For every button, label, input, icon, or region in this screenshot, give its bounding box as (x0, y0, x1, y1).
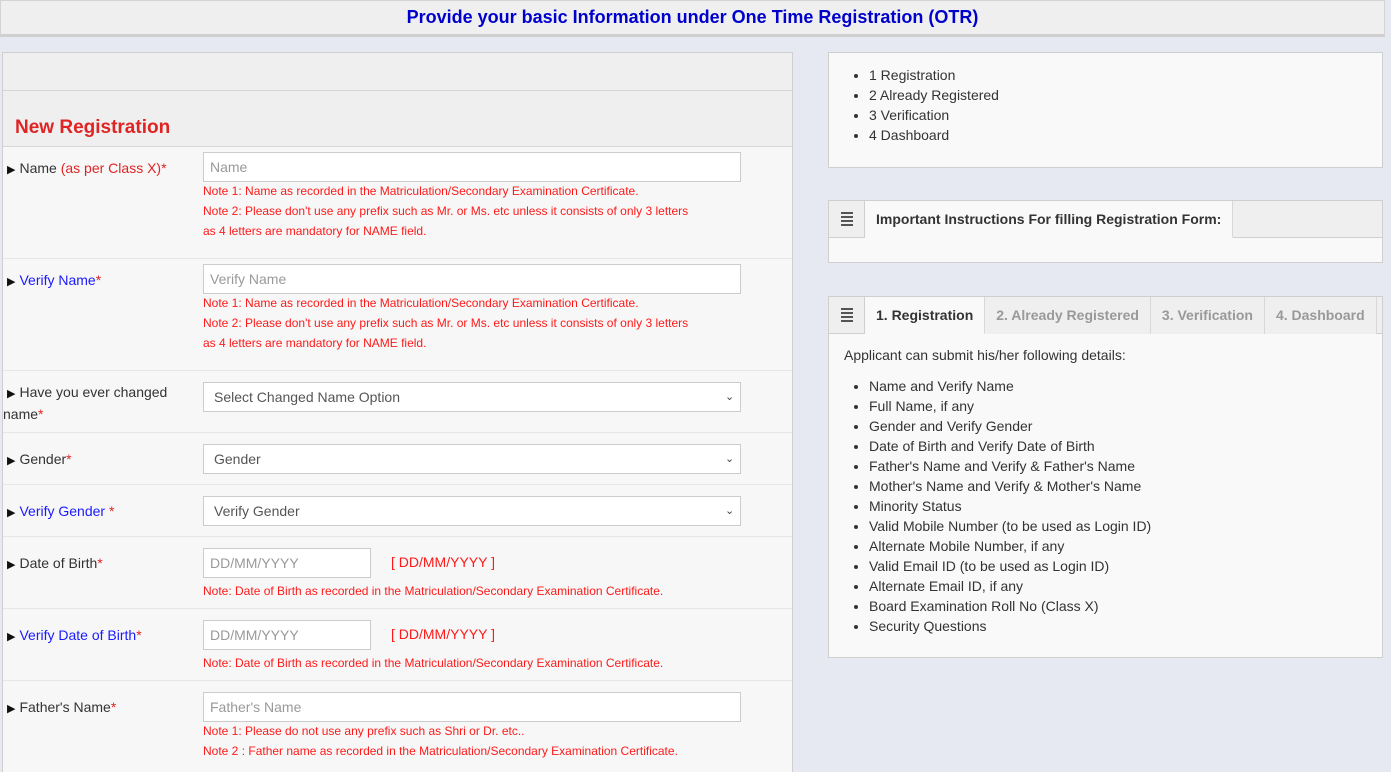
list-item: Name and Verify Name (869, 376, 1151, 396)
section-title: New Registration (15, 117, 171, 138)
arrow-right-icon: ▶ (7, 164, 16, 176)
name-input[interactable] (203, 152, 741, 182)
tab-already-registered[interactable]: 2. Already Registered (985, 297, 1151, 334)
arrow-right-icon: ▶ (7, 703, 16, 715)
verify-gender-label: ▶ Verify Gender * (7, 503, 115, 519)
verify-dob-input[interactable] (203, 620, 371, 650)
details-list: Name and Verify Name Full Name, if any G… (829, 376, 1151, 636)
arrow-right-icon: ▶ (7, 388, 16, 400)
instructions-panel: Important Instructions For filling Regis… (828, 200, 1383, 263)
gender-row: ▶ Gender* Gender ⌄ (3, 433, 792, 485)
verify-dob-label: ▶ Verify Date of Birth* (7, 627, 142, 643)
page-header: Provide your basic Information under One… (0, 0, 1385, 37)
dob-input[interactable] (203, 548, 371, 578)
arrow-right-icon: ▶ (7, 631, 16, 643)
step-item: 4 Dashboard (869, 125, 1382, 145)
dob-note: Note: Date of Birth as recorded in the M… (203, 584, 664, 598)
changed-name-select[interactable]: Select Changed Name Option (203, 382, 741, 412)
father-name-label: ▶ Father's Name* (7, 699, 117, 715)
steps-list: 1 Registration 2 Already Registered 3 Ve… (829, 65, 1382, 145)
changed-name-row: ▶ Have you ever changed name* Select Chan… (3, 371, 792, 433)
steps-panel: 1 Registration 2 Already Registered 3 Ve… (828, 52, 1383, 168)
step-item: 2 Already Registered (869, 85, 1382, 105)
step-item: 3 Verification (869, 105, 1382, 125)
dob-format-hint: [ DD/MM/YYYY ] (391, 554, 495, 570)
name-label: ▶ Name (as per Class X)* (7, 160, 167, 176)
form-section-header: New Registration (3, 91, 792, 147)
father-name-row: ▶Father's Name* Note 1: Please do not us… (3, 681, 792, 771)
registration-form-panel: New Registration ▶ Name (as per Class X)*… (2, 52, 793, 772)
verify-dob-note: Note: Date of Birth as recorded in the M… (203, 656, 664, 670)
info-intro: Applicant can submit his/her following d… (844, 347, 1126, 363)
list-item: Board Examination Roll No (Class X) (869, 596, 1151, 616)
info-tabbar: 1. Registration 2. Already Registered 3.… (829, 297, 1382, 334)
tab-registration[interactable]: 1. Registration (865, 297, 986, 334)
verify-name-label: ▶ Verify Name* (7, 272, 102, 288)
gender-label: ▶ Gender* (7, 451, 72, 467)
arrow-right-icon: ▶ (7, 559, 16, 571)
list-item: Valid Mobile Number (to be used as Login… (869, 516, 1151, 536)
step-item: 1 Registration (869, 65, 1382, 85)
verify-name-notes: Note 1: Name as recorded in the Matricul… (203, 296, 689, 350)
tab-verification[interactable]: 3. Verification (1150, 297, 1265, 334)
dob-label: ▶ Date of Birth* (7, 555, 103, 571)
instructions-tabbar: Important Instructions For filling Regis… (829, 201, 1382, 238)
dob-row: ▶Date of Birth* [ DD/MM/YYYY ] Note: Dat… (3, 537, 792, 609)
verify-name-row: ▶Verify Name* Note 1: Name as recorded i… (3, 259, 792, 371)
list-item: Gender and Verify Gender (869, 416, 1151, 436)
gender-select[interactable]: Gender (203, 444, 741, 474)
verify-gender-row: ▶ Verify Gender * Verify Gender ⌄ (3, 485, 792, 537)
list-item: Valid Email ID (to be used as Login ID) (869, 556, 1151, 576)
menu-icon[interactable] (829, 297, 865, 333)
form-panel-header (3, 53, 792, 91)
arrow-right-icon: ▶ (7, 507, 16, 519)
verify-gender-select[interactable]: Verify Gender (203, 496, 741, 526)
list-item: Date of Birth and Verify Date of Birth (869, 436, 1151, 456)
list-item: Father's Name and Verify & Father's Name (869, 456, 1151, 476)
arrow-right-icon: ▶ (7, 276, 16, 288)
tab-important-instructions[interactable]: Important Instructions For filling Regis… (865, 201, 1234, 238)
list-item: Alternate Mobile Number, if any (869, 536, 1151, 556)
list-item: Full Name, if any (869, 396, 1151, 416)
list-item: Security Questions (869, 616, 1151, 636)
name-notes: Note 1: Name as recorded in the Matricul… (203, 184, 689, 238)
arrow-right-icon: ▶ (7, 455, 16, 467)
info-panel: 1. Registration 2. Already Registered 3.… (828, 296, 1383, 658)
verify-name-input[interactable] (203, 264, 741, 294)
menu-icon[interactable] (829, 201, 865, 237)
page-title: Provide your basic Information under One… (406, 7, 979, 27)
father-name-notes: Note 1: Please do not use any prefix suc… (203, 724, 678, 758)
list-item: Minority Status (869, 496, 1151, 516)
name-row: ▶Name (as per Class X)* Note 1: Name as … (3, 147, 792, 259)
list-item: Mother's Name and Verify & Mother's Name (869, 476, 1151, 496)
tab-dashboard[interactable]: 4. Dashboard (1264, 297, 1377, 334)
changed-name-label: ▶ Have you ever changed name* (3, 384, 168, 422)
list-item: Alternate Email ID, if any (869, 576, 1151, 596)
father-name-input[interactable] (203, 692, 741, 722)
verify-dob-format-hint: [ DD/MM/YYYY ] (391, 626, 495, 642)
verify-dob-row: ▶Verify Date of Birth* [ DD/MM/YYYY ] No… (3, 609, 792, 681)
